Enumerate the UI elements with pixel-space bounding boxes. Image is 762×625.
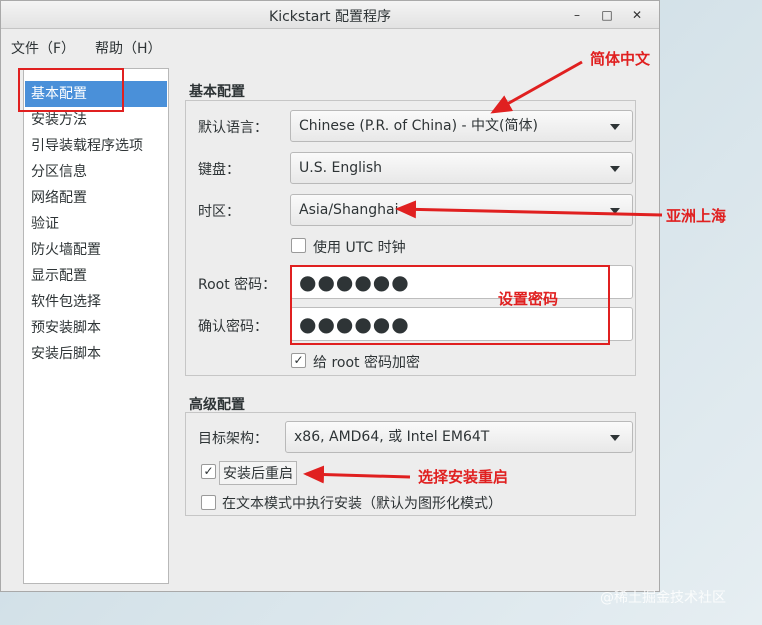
arrow-to-reboot bbox=[303, 465, 411, 484]
annotation-arrows bbox=[303, 60, 663, 484]
watermark: @稀土掘金技术社区 bbox=[600, 590, 726, 606]
arrow-to-language bbox=[490, 60, 583, 114]
arrow-to-timezone bbox=[395, 200, 663, 219]
annotation-asia-shanghai: 亚洲上海 bbox=[666, 207, 727, 225]
annotation-set-password: 设置密码 bbox=[498, 290, 559, 308]
annotation-select-reboot: 选择安装重启 bbox=[418, 468, 509, 486]
annotation-simplified-chinese: 简体中文 bbox=[590, 50, 651, 68]
